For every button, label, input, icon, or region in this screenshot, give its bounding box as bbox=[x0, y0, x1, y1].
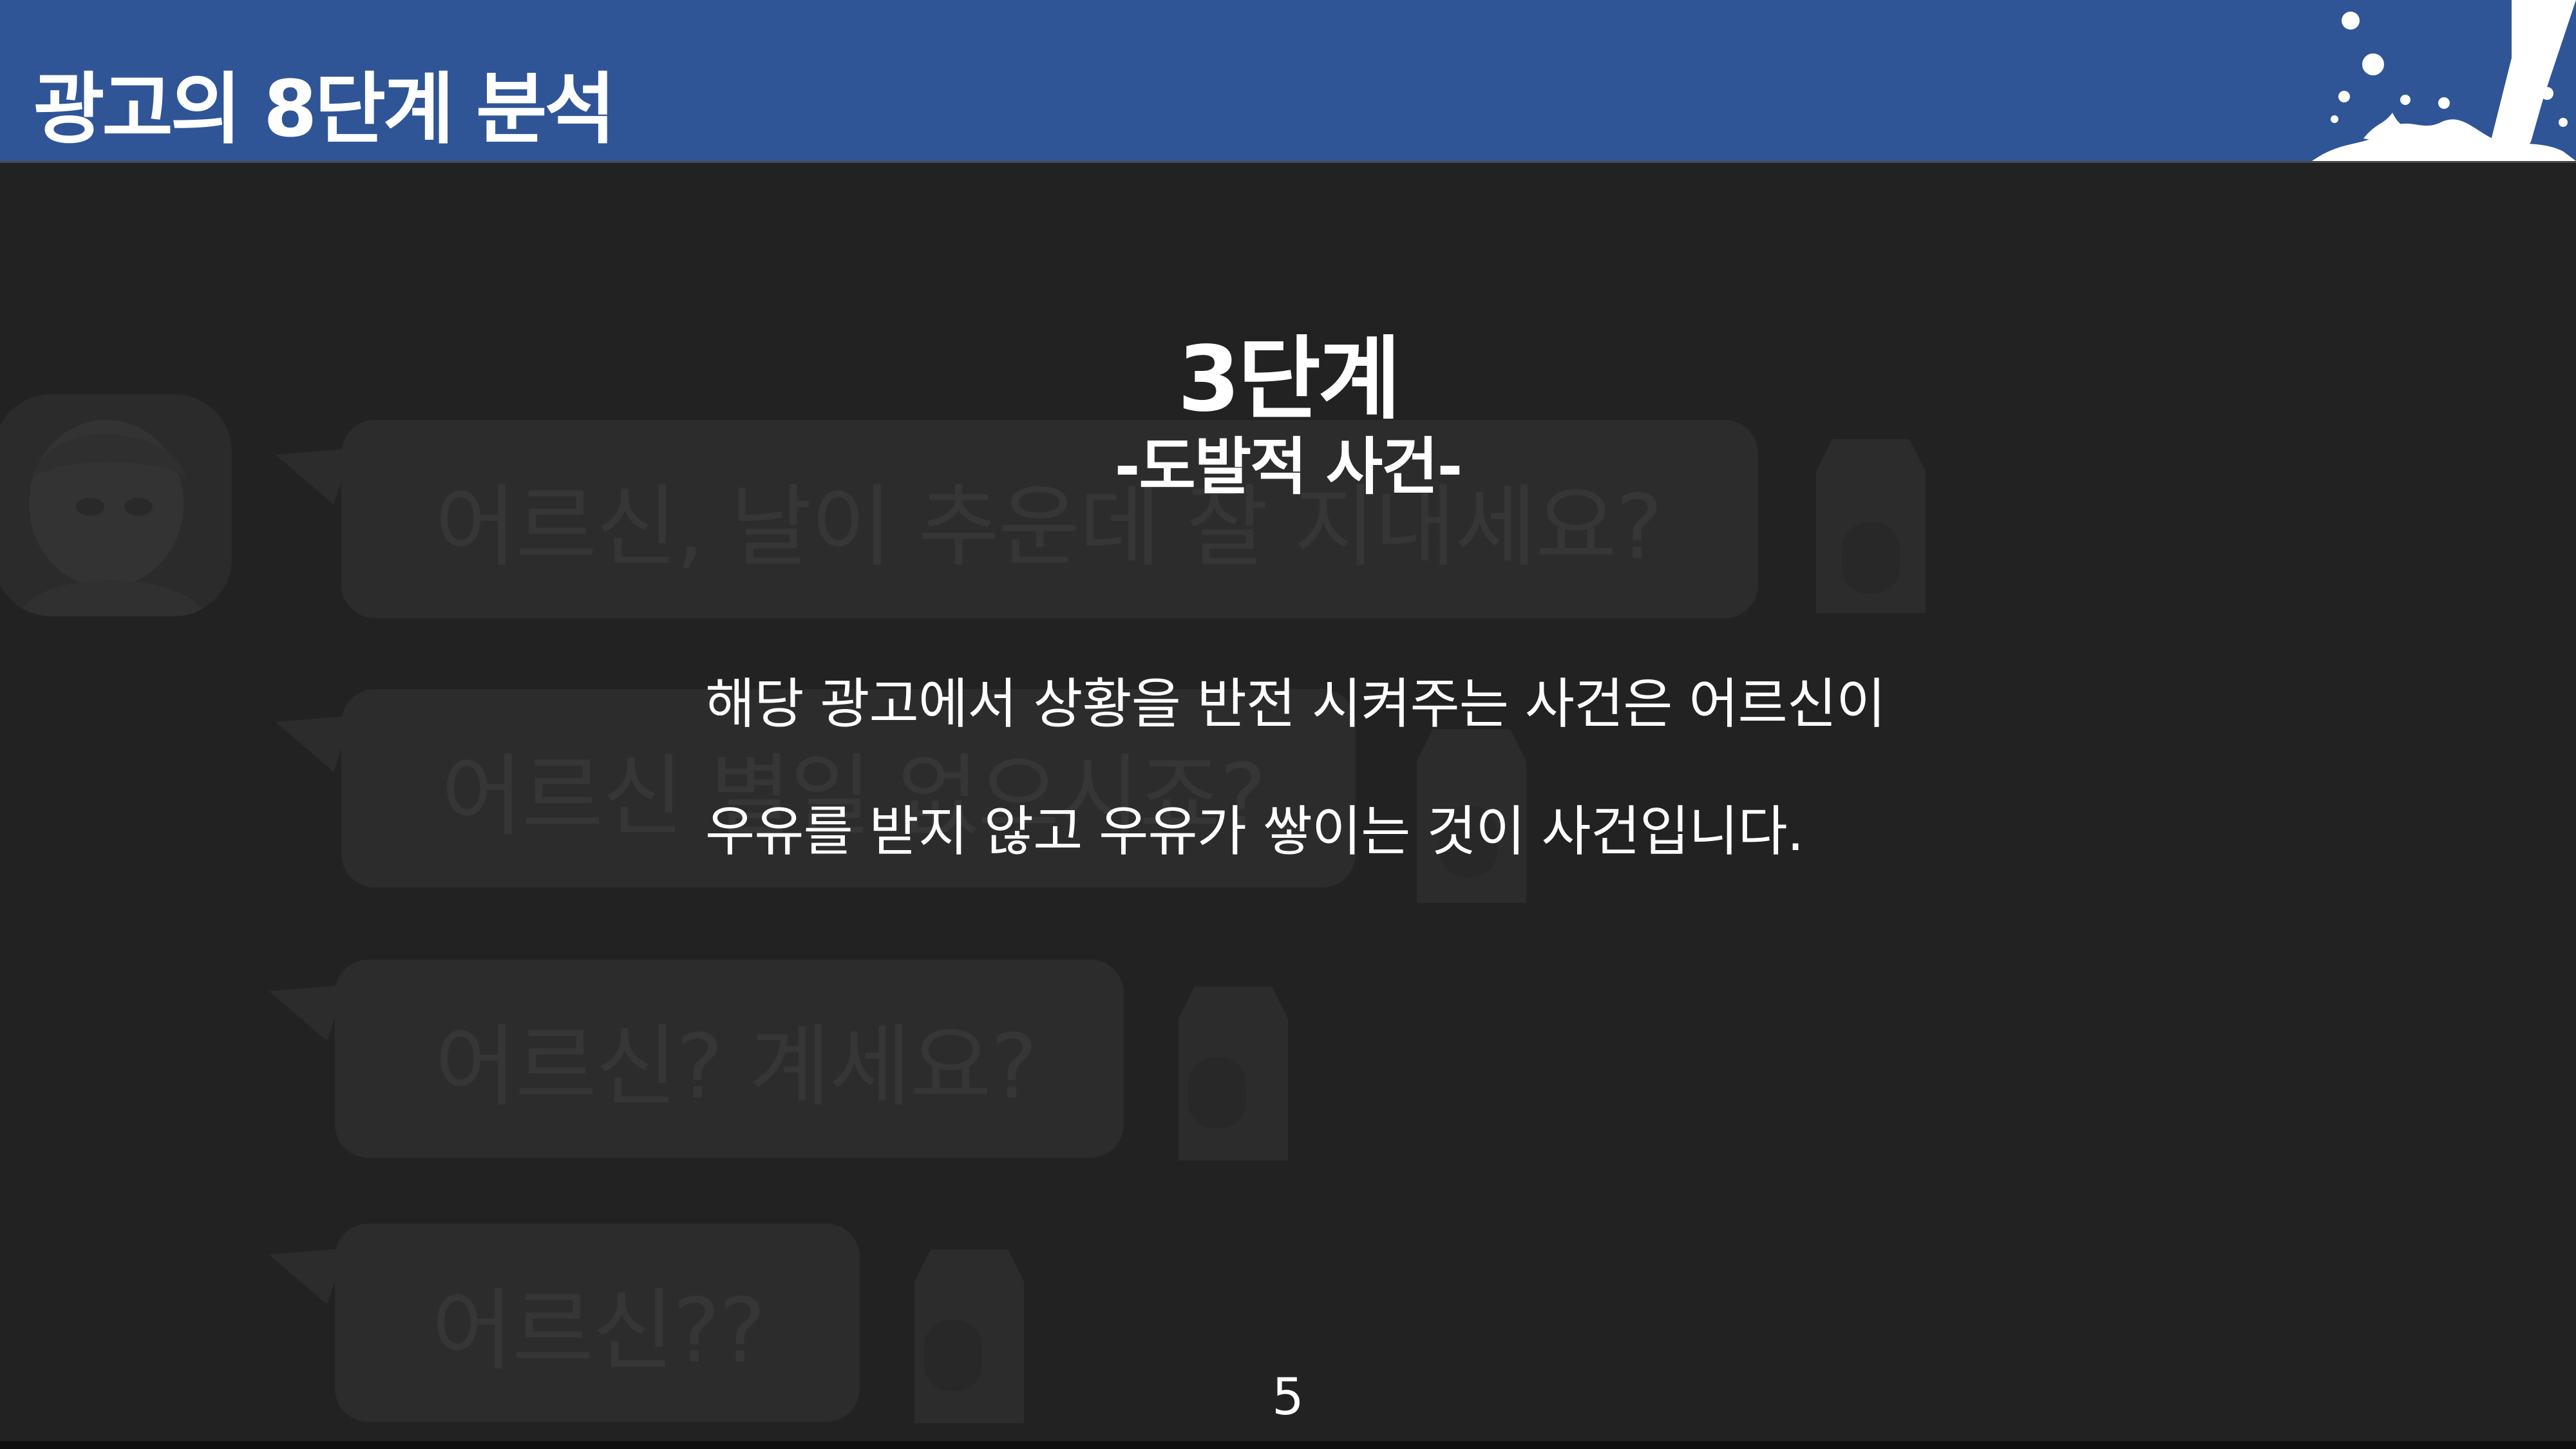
chat-message: 어르신? 계세요? bbox=[435, 1015, 1037, 1119]
body-text-line: 해당 광고에서 상황을 반전 시켜주는 사건은 어르신이 bbox=[705, 672, 1886, 735]
milk-carton-icon bbox=[1179, 987, 1288, 1160]
bubble-tail bbox=[260, 1226, 346, 1305]
slide-title: 광고의 8단계 분석 bbox=[33, 65, 616, 155]
milk-splash-icon bbox=[2312, 0, 2576, 161]
bubble-tail bbox=[260, 963, 346, 1041]
body-text-line: 우유를 받지 않고 우유가 쌓이는 것이 사건입니다. bbox=[705, 800, 1804, 863]
header-bar: 광고의 8단계 분석 bbox=[0, 0, 2576, 163]
bottom-border bbox=[0, 1441, 2576, 1449]
stage-subtitle: -도발적 사건- bbox=[1114, 431, 1463, 503]
stage-title: 3단계 bbox=[1177, 327, 1401, 432]
bubble-tail bbox=[266, 694, 352, 772]
slide: 광고의 8단계 분석 어르신, 날이 추운데 잘 지내세요? 어르신 별일 없으… bbox=[0, 0, 2576, 1449]
page-number: 5 bbox=[1272, 1368, 1304, 1426]
chat-bubble: 어르신? 계세요? bbox=[335, 960, 1124, 1158]
